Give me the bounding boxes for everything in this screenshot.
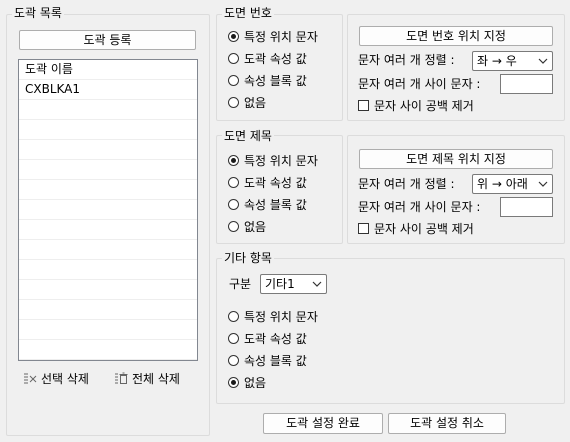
drawing-title-remove-spaces-label: 문자 사이 공백 제거 [374,221,474,236]
drawing-title-option-label: 없음 [244,219,267,234]
drawing-number-option-label: 특정 위치 문자 [244,29,318,44]
drawing-number-separator-input[interactable] [500,74,553,94]
other-items-option-1[interactable]: 도곽 속성 값 [228,329,307,347]
drawing-title-option-3[interactable]: 없음 [228,217,266,235]
drawing-number-radio-0[interactable] [228,30,239,42]
chevron-down-icon [538,181,548,187]
drawing-title-sort-select[interactable]: 위 → 아래 [472,174,553,194]
other-items-option-0[interactable]: 특정 위치 문자 [228,307,318,325]
drawing-title-option-0[interactable]: 특정 위치 문자 [228,151,318,169]
list-item[interactable] [19,280,197,300]
drawing-title-radio-3[interactable] [228,220,239,232]
list-item[interactable] [19,140,197,160]
complete-frame-settings-button[interactable]: 도곽 설정 완료 [263,413,383,434]
chevron-down-icon [538,58,548,64]
list-item[interactable] [19,260,197,280]
delete-selected-icon [24,373,37,384]
other-items-radio-2[interactable] [228,354,239,366]
other-items-option-label: 특정 위치 문자 [244,309,318,324]
other-items-radio-3[interactable] [228,376,239,388]
drawing-number-sort-select[interactable]: 좌 → 우 [472,51,553,71]
drawing-list-title: 도곽 목록 [12,6,64,20]
list-item[interactable] [19,120,197,140]
drawing-number-separator-label: 문자 여러 개 사이 문자 : [358,77,481,91]
drawing-number-option-0[interactable]: 특정 위치 문자 [228,27,318,45]
list-item[interactable] [19,220,197,240]
drawing-number-radio-2[interactable] [228,74,239,86]
drawing-title-separator-label: 문자 여러 개 사이 문자 : [358,200,481,214]
list-item[interactable]: 도곽 이름 [19,60,197,80]
drawing-title-title: 도면 제목 [222,129,274,143]
drawing-number-option-label: 속성 블록 값 [244,73,307,88]
drawing-title-separator-input[interactable] [500,197,553,217]
drawing-number-radio-1[interactable] [228,52,239,64]
list-item[interactable] [19,300,197,320]
drawing-number-option-label: 도곽 속성 값 [244,51,307,66]
drawing-title-sort-value: 위 → 아래 [477,177,528,191]
other-items-title: 기타 항목 [222,251,274,265]
delete-selected-button[interactable]: 선택 삭제 [23,369,89,387]
drawing-number-option-3[interactable]: 없음 [228,93,266,111]
drawing-number-radio-3[interactable] [228,96,239,108]
trash-icon [115,372,128,384]
drawing-title-option-1[interactable]: 도곽 속성 값 [228,173,307,191]
drawing-title-radio-0[interactable] [228,154,239,166]
delete-selected-label: 선택 삭제 [41,371,89,386]
drawing-number-title: 도면 번호 [222,6,274,20]
other-items-option-label: 속성 블록 값 [244,353,307,368]
other-items-radio-1[interactable] [228,332,239,344]
list-item[interactable] [19,160,197,180]
drawing-title-radio-2[interactable] [228,198,239,210]
drawing-title-option-label: 속성 블록 값 [244,197,307,212]
list-item[interactable] [19,340,197,360]
delete-all-label: 전체 삭제 [132,371,180,386]
other-items-option-label: 없음 [244,375,267,390]
list-item[interactable] [19,240,197,260]
drawing-number-remove-spaces-box[interactable] [358,99,369,111]
drawing-title-option-2[interactable]: 속성 블록 값 [228,195,307,213]
category-select[interactable]: 기타1 [260,274,327,294]
drawing-title-remove-spaces-checkbox[interactable]: 문자 사이 공백 제거 [358,220,474,236]
drawing-number-option-2[interactable]: 속성 블록 값 [228,71,307,89]
set-drawing-title-position-button[interactable]: 도면 제목 위치 지정 [359,149,553,169]
list-item[interactable] [19,320,197,340]
drawing-title-radio-1[interactable] [228,176,239,188]
drawing-title-sort-label: 문자 여러 개 정렬 : [358,177,455,191]
chevron-down-icon [312,281,322,287]
category-value: 기타1 [265,277,295,291]
drawing-number-remove-spaces-checkbox[interactable]: 문자 사이 공백 제거 [358,97,474,113]
other-items-option-label: 도곽 속성 값 [244,331,307,346]
frame-listbox[interactable]: 도곽 이름 CXBLKA1 [18,59,198,361]
list-item[interactable] [19,180,197,200]
other-items-option-3[interactable]: 없음 [228,373,266,391]
drawing-number-sort-label: 문자 여러 개 정렬 : [358,53,455,67]
drawing-title-option-label: 특정 위치 문자 [244,153,318,168]
drawing-number-remove-spaces-label: 문자 사이 공백 제거 [374,98,474,113]
other-items-option-2[interactable]: 속성 블록 값 [228,351,307,369]
set-drawing-number-position-button[interactable]: 도면 번호 위치 지정 [359,26,553,46]
list-item[interactable] [19,100,197,120]
list-item[interactable]: CXBLKA1 [19,80,197,100]
delete-all-button[interactable]: 전체 삭제 [114,369,180,387]
drawing-title-option-label: 도곽 속성 값 [244,175,307,190]
drawing-title-remove-spaces-box[interactable] [358,222,369,234]
drawing-number-option-1[interactable]: 도곽 속성 값 [228,49,307,67]
list-item[interactable] [19,200,197,220]
other-items-radio-0[interactable] [228,310,239,322]
category-label: 구분 [229,277,252,291]
cancel-frame-settings-button[interactable]: 도곽 설정 취소 [388,413,506,434]
drawing-number-sort-value: 좌 → 우 [477,54,517,68]
drawing-number-option-label: 없음 [244,95,267,110]
register-frame-button[interactable]: 도곽 등록 [19,30,196,50]
